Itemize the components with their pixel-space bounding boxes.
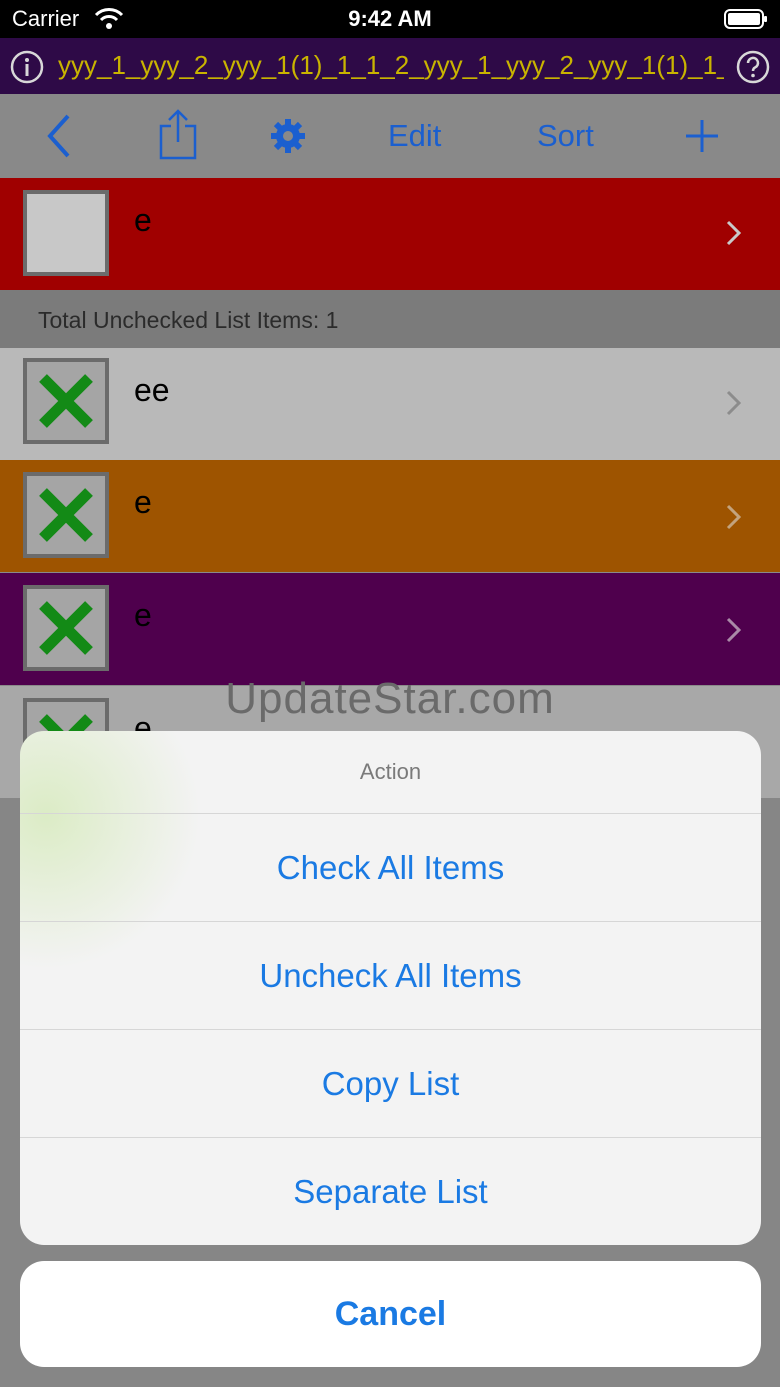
checkbox-checked[interactable] <box>23 358 109 444</box>
uncheck-all-items-button[interactable]: Uncheck All Items <box>20 922 761 1030</box>
list-title: yyy_1_yyy_2_yyy_1(1)_1_1_2_yyy_1_yyy_2_y… <box>58 50 724 80</box>
list-item-label: ee <box>134 372 170 408</box>
list-item[interactable]: e <box>0 573 780 685</box>
chevron-right-icon <box>726 390 742 416</box>
toolbar: Edit Sort <box>0 94 780 178</box>
chevron-right-icon <box>726 617 742 643</box>
edit-button[interactable]: Edit <box>388 118 441 154</box>
sort-button[interactable]: Sort <box>537 118 594 154</box>
list-title-bar: yyy_1_yyy_2_yyy_1(1)_1_1_2_yyy_1_yyy_2_y… <box>0 38 780 94</box>
cancel-button[interactable]: Cancel <box>20 1261 761 1367</box>
action-sheet: Action Check All Items Uncheck All Items… <box>20 731 761 1245</box>
clock: 9:42 AM <box>348 6 432 31</box>
checkbox-unchecked[interactable] <box>23 190 109 276</box>
chevron-right-icon <box>726 220 742 246</box>
action-sheet-title: Action <box>20 731 761 814</box>
share-icon[interactable] <box>158 108 198 160</box>
help-icon[interactable] <box>736 50 770 84</box>
battery-icon <box>724 9 767 29</box>
list-item-label: e <box>134 597 152 633</box>
watermark: UpdateStar.com <box>225 674 555 723</box>
section-header: Total Unchecked List Items: 1 <box>0 290 780 348</box>
check-x-icon <box>39 488 93 542</box>
check-x-icon <box>39 374 93 428</box>
gear-icon[interactable] <box>270 118 306 154</box>
list-item[interactable]: e <box>0 178 780 290</box>
list-item-label: e <box>134 202 152 238</box>
list-item-label: e <box>134 484 152 520</box>
list-item[interactable]: e <box>0 460 780 572</box>
info-icon[interactable] <box>10 50 44 84</box>
check-x-icon <box>39 601 93 655</box>
checkbox-checked[interactable] <box>23 585 109 671</box>
chevron-right-icon <box>726 504 742 530</box>
unchecked-count-label: Total Unchecked List Items: 1 <box>38 307 339 333</box>
check-all-items-button[interactable]: Check All Items <box>20 814 761 922</box>
checkbox-checked[interactable] <box>23 472 109 558</box>
list-item[interactable]: ee <box>0 348 780 460</box>
plus-icon[interactable] <box>684 118 720 154</box>
separate-list-button[interactable]: Separate List <box>20 1138 761 1245</box>
status-bar: Carrier 9:42 AM <box>0 0 780 38</box>
chevron-left-icon[interactable] <box>44 112 74 160</box>
copy-list-button[interactable]: Copy List <box>20 1030 761 1138</box>
